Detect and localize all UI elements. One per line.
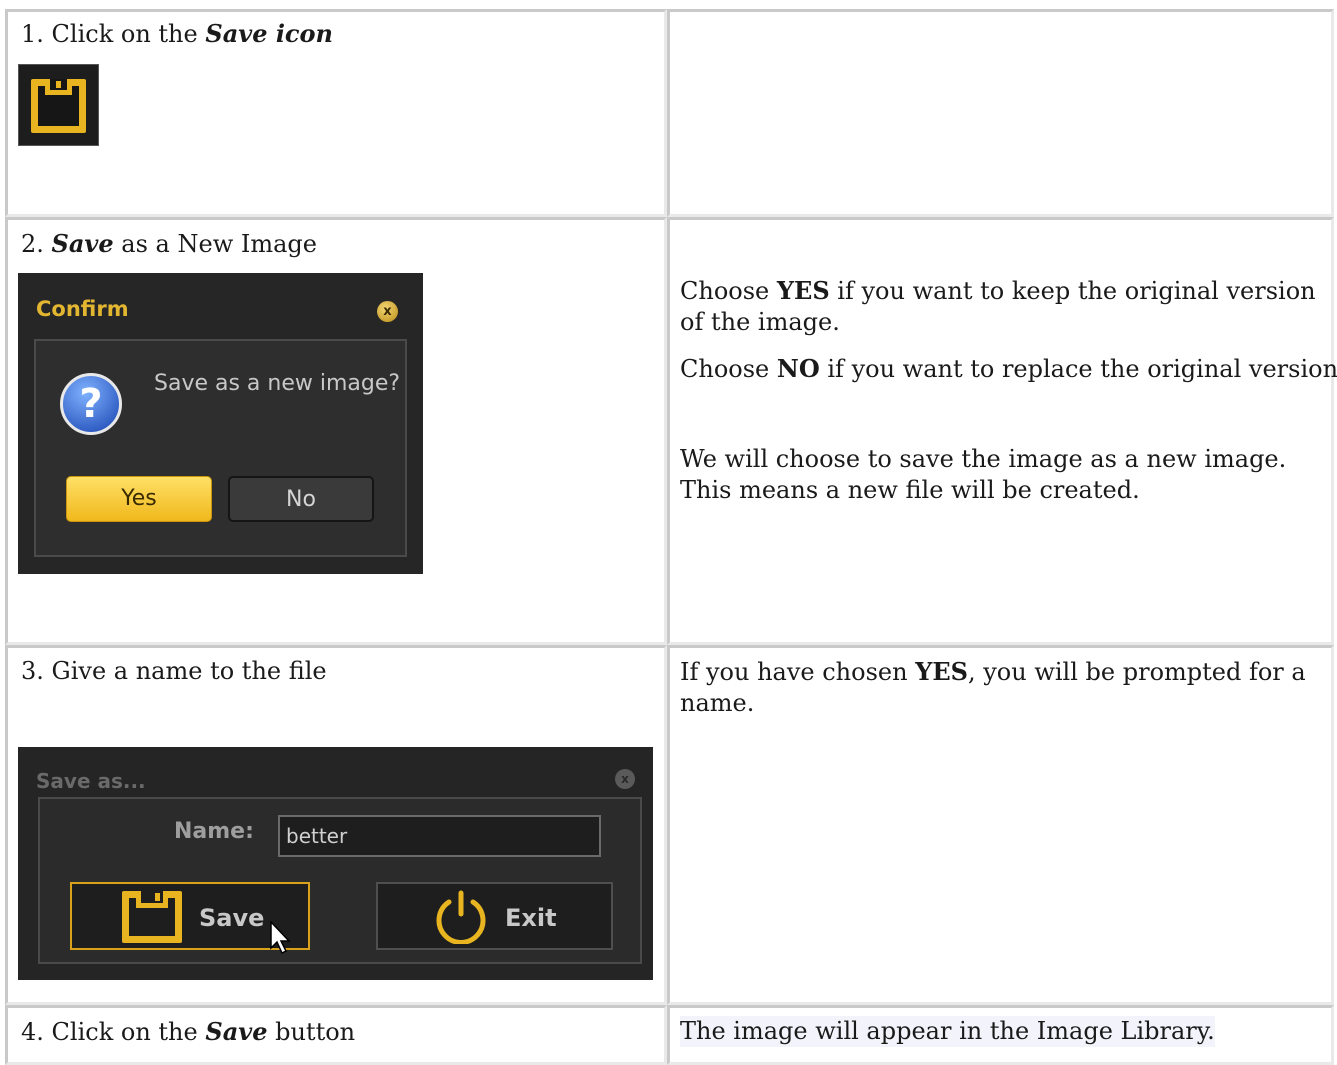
step-1-emphasis: Save icon [205,19,333,48]
step-1-instruction: 1. Click on the Save icon [21,19,333,48]
exit-button[interactable]: Exit [376,882,613,950]
close-icon[interactable]: x [377,301,398,322]
no-button[interactable]: No [228,476,374,522]
exit-button-label: Exit [505,904,557,932]
step-2-right-cell: Choose YES if you want to keep the origi… [667,217,1337,645]
save-as-dialog: Save as... x Name: better Save Exit [18,747,653,980]
step-3-right-cell: If you have chosen YES, you will be prom… [667,645,1334,1005]
question-icon: ? [60,373,122,435]
step-2-note-text: We will choose to save the image as a ne… [680,445,1287,504]
step-1-left-cell: 1. Click on the Save icon [5,9,667,217]
step-2-no-text: Choose NO if you want to replace the ori… [680,354,1337,383]
confirm-dialog-title: Confirm [36,297,129,321]
step-3-prompt-text: If you have chosen YES, you will be prom… [680,657,1306,717]
step-4-instruction: 4. Click on the Save button [21,1017,356,1046]
confirm-message: Save as a new image? [154,371,401,396]
confirm-dialog: Confirm x ? Save as a new image? Yes No [18,273,423,574]
name-label: Name: [174,819,254,844]
step-2-emphasis: Save [51,229,114,258]
step-4-result-text: The image will appear in the Image Libra… [680,1016,1215,1047]
instruction-table: 1. Click on the Save icon 2. Save as a N… [0,0,1337,1065]
step-4-left-cell: 4. Click on the Save button [5,1005,667,1065]
step-2-yes-text: Choose YES if you want to keep the origi… [680,276,1316,336]
step-4-right-cell: The image will appear in the Image Libra… [667,1005,1334,1065]
save-button-label: Save [199,904,265,932]
save-as-dialog-title: Save as... [36,769,146,793]
name-input[interactable]: better [278,815,601,857]
power-icon [436,890,486,944]
save-icon[interactable] [18,64,99,146]
save-icon [122,891,182,943]
yes-button[interactable]: Yes [66,476,212,522]
step-1-right-cell [667,9,1334,217]
step-4-emphasis: Save [205,1017,268,1046]
close-icon[interactable]: x [615,769,635,789]
cursor-icon [270,921,291,955]
step-2-instruction: 2. Save as a New Image [21,229,317,258]
step-3-instruction: 3. Give a name to the file [21,657,327,685]
